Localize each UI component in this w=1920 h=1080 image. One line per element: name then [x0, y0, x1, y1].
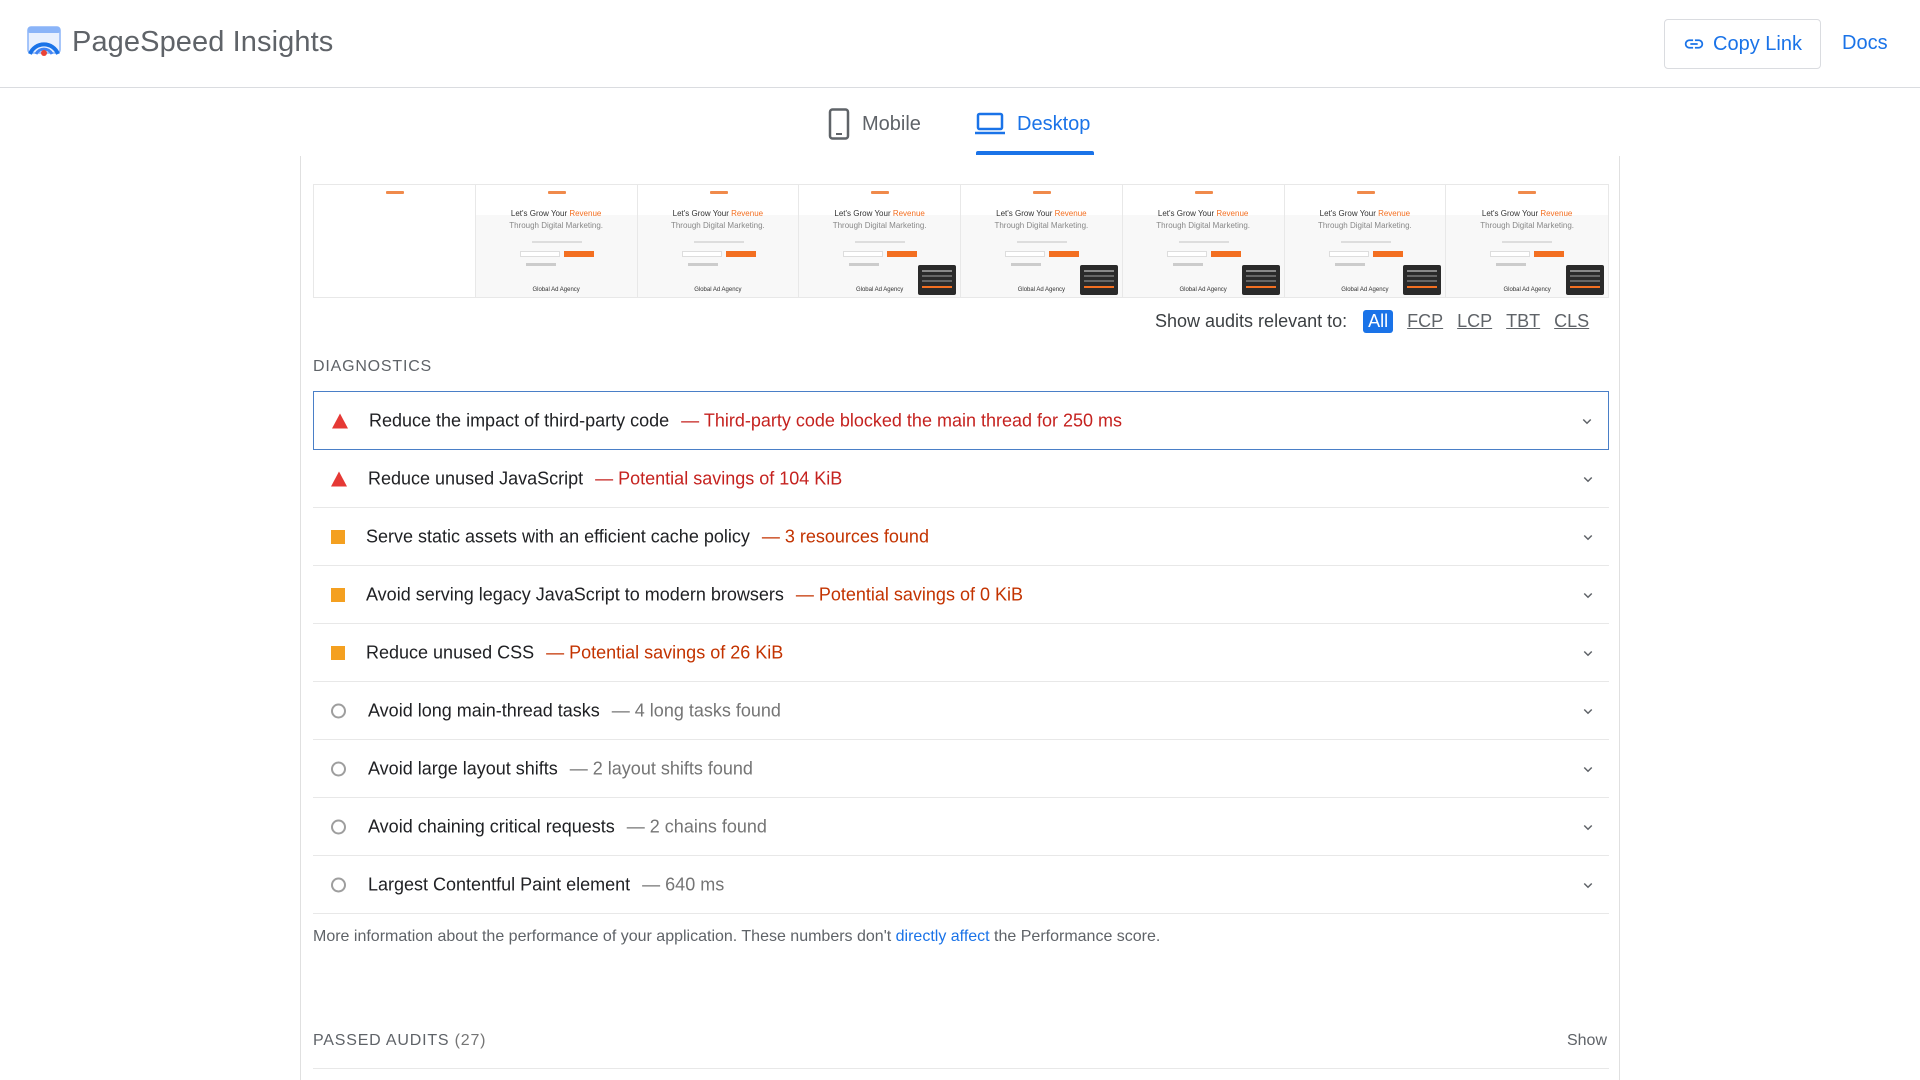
info-circle-icon — [331, 703, 346, 718]
filter-tbt[interactable]: TBT — [1506, 311, 1540, 332]
audit-item[interactable]: Serve static assets with an efficient ca… — [313, 508, 1609, 566]
diagnostics-description: More information about the performance o… — [313, 928, 1161, 945]
audit-item[interactable]: Avoid large layout shifts — 2 layout shif… — [313, 740, 1609, 798]
audit-title: Avoid large layout shifts — [368, 758, 558, 778]
audit-display-value: — Potential savings of 26 KiB — [546, 642, 784, 662]
link-icon — [1684, 39, 1704, 49]
site-logo-thumbnail — [386, 191, 404, 194]
cookie-popup-thumbnail — [1403, 265, 1442, 295]
tab-desktop-label: Desktop — [1017, 112, 1091, 135]
logo[interactable]: PageSpeed Insights — [26, 22, 333, 62]
diagnostics-heading: DIAGNOSTICS — [313, 358, 433, 375]
filmstrip-frame: Let's Grow Your Revenue Through Digital … — [799, 185, 961, 297]
filmstrip-frame: Let's Grow Your Revenue Through Digital … — [637, 185, 800, 297]
app-header: PageSpeed Insights Copy Link Docs — [0, 0, 1920, 88]
chevron-down-icon — [1583, 824, 1593, 830]
chevron-down-icon — [1583, 766, 1593, 772]
filmstrip-frame — [314, 185, 476, 297]
filmstrip-frame: Let's Grow Your Revenue Through Digital … — [475, 185, 638, 297]
filmstrip: Let's Grow Your Revenue Through Digital … — [313, 184, 1609, 298]
audit-title: Serve static assets with an efficient ca… — [366, 526, 750, 546]
copy-link-button[interactable]: Copy Link — [1664, 19, 1821, 69]
cookie-popup-thumbnail — [1079, 265, 1118, 295]
pagespeed-logo-icon — [27, 26, 61, 56]
copy-link-label: Copy Link — [1713, 32, 1802, 55]
cookie-popup-thumbnail — [918, 265, 956, 295]
laptop-icon — [975, 112, 1005, 135]
chevron-down-icon — [1583, 476, 1593, 482]
audit-item[interactable]: Reduce unused CSS — Potential savings of … — [313, 624, 1609, 682]
filmstrip-frame: Let's Grow Your Revenue Through Digital … — [1284, 185, 1447, 297]
audit-item[interactable]: Avoid serving legacy JavaScript to moder… — [313, 566, 1609, 624]
audit-display-value: — 3 resources found — [761, 526, 929, 546]
average-square-icon — [331, 587, 345, 602]
average-square-icon — [331, 529, 345, 544]
info-circle-icon — [331, 819, 346, 834]
audit-title: Reduce the impact of third-party code — [369, 410, 670, 430]
audit-item[interactable]: Reduce the impact of third-party code — T… — [313, 391, 1609, 450]
audit-title: Avoid serving legacy JavaScript to moder… — [366, 584, 784, 604]
average-square-icon — [331, 645, 345, 660]
diagnostics-list: Reduce the impact of third-party code — T… — [313, 391, 1609, 914]
audit-display-value: — Potential savings of 104 KiB — [595, 468, 843, 488]
audit-title: Avoid long main-thread tasks — [368, 700, 600, 720]
fail-triangle-icon — [331, 471, 347, 486]
passed-audits-count: (27) — [454, 1032, 487, 1049]
audit-title: Avoid chaining critical requests — [368, 816, 615, 836]
app-title: PageSpeed Insights — [72, 25, 334, 58]
chevron-down-icon — [1583, 882, 1593, 888]
audit-item[interactable]: Reduce unused JavaScript — Potential savi… — [313, 450, 1609, 508]
directly-affect-link[interactable]: directly affect — [896, 928, 990, 945]
filter-cls[interactable]: CLS — [1554, 311, 1589, 332]
chevron-down-icon — [1583, 592, 1593, 598]
show-passed-audits-button[interactable]: Show — [1567, 1032, 1607, 1050]
filmstrip-frame: Let's Grow Your Revenue Through Digital … — [1446, 185, 1608, 297]
phone-icon — [828, 108, 850, 140]
filmstrip-frame: Let's Grow Your Revenue Through Digital … — [1122, 185, 1285, 297]
cookie-popup-thumbnail — [1566, 265, 1604, 295]
chevron-down-icon — [1582, 418, 1592, 424]
filter-all[interactable]: All — [1363, 309, 1394, 333]
active-tab-indicator — [976, 151, 1094, 155]
divider — [313, 1068, 1609, 1069]
filter-fcp[interactable]: FCP — [1407, 311, 1443, 332]
audit-item[interactable]: Avoid long main-thread tasks — 4 long tas… — [313, 682, 1609, 740]
audit-display-value: — 640 ms — [642, 874, 725, 894]
tab-mobile-label: Mobile — [862, 112, 921, 135]
audit-title: Reduce unused JavaScript — [368, 468, 584, 488]
audit-title: Largest Contentful Paint element — [368, 874, 631, 894]
audit-display-value: — 4 long tasks found — [611, 700, 781, 720]
passed-audits-heading[interactable]: PASSED AUDITS (27) — [313, 1032, 486, 1050]
report-panel: Let's Grow Your Revenue Through Digital … — [300, 156, 1620, 1080]
chevron-down-icon — [1583, 708, 1593, 714]
info-circle-icon — [331, 877, 346, 892]
audit-filter-label: Show audits relevant to: — [1155, 310, 1348, 331]
device-tabs: Mobile Desktop — [0, 88, 1920, 156]
audit-title: Reduce unused CSS — [366, 642, 535, 662]
cookie-popup-thumbnail — [1241, 265, 1280, 295]
fail-triangle-icon — [332, 413, 348, 428]
audit-display-value: — Potential savings of 0 KiB — [795, 584, 1023, 604]
audit-filter: Show audits relevant to: All FCP LCP TBT… — [1155, 306, 1603, 336]
audit-item[interactable]: Largest Contentful Paint element — 640 ms — [313, 856, 1609, 914]
info-circle-icon — [331, 761, 346, 776]
audit-display-value: — 2 layout shifts found — [569, 758, 753, 778]
audit-display-value: — Third-party code blocked the main thre… — [681, 410, 1123, 430]
tab-mobile[interactable]: Mobile — [828, 104, 921, 144]
filmstrip-frame: Let's Grow Your Revenue Through Digital … — [961, 185, 1123, 297]
chevron-down-icon — [1583, 534, 1593, 540]
audit-display-value: — 2 chains found — [626, 816, 767, 836]
filter-lcp[interactable]: LCP — [1457, 311, 1492, 332]
chevron-down-icon — [1583, 650, 1593, 656]
audit-item[interactable]: Avoid chaining critical requests — 2 chai… — [313, 798, 1609, 856]
docs-link[interactable]: Docs — [1842, 32, 1888, 55]
tab-desktop[interactable]: Desktop — [975, 104, 1090, 144]
